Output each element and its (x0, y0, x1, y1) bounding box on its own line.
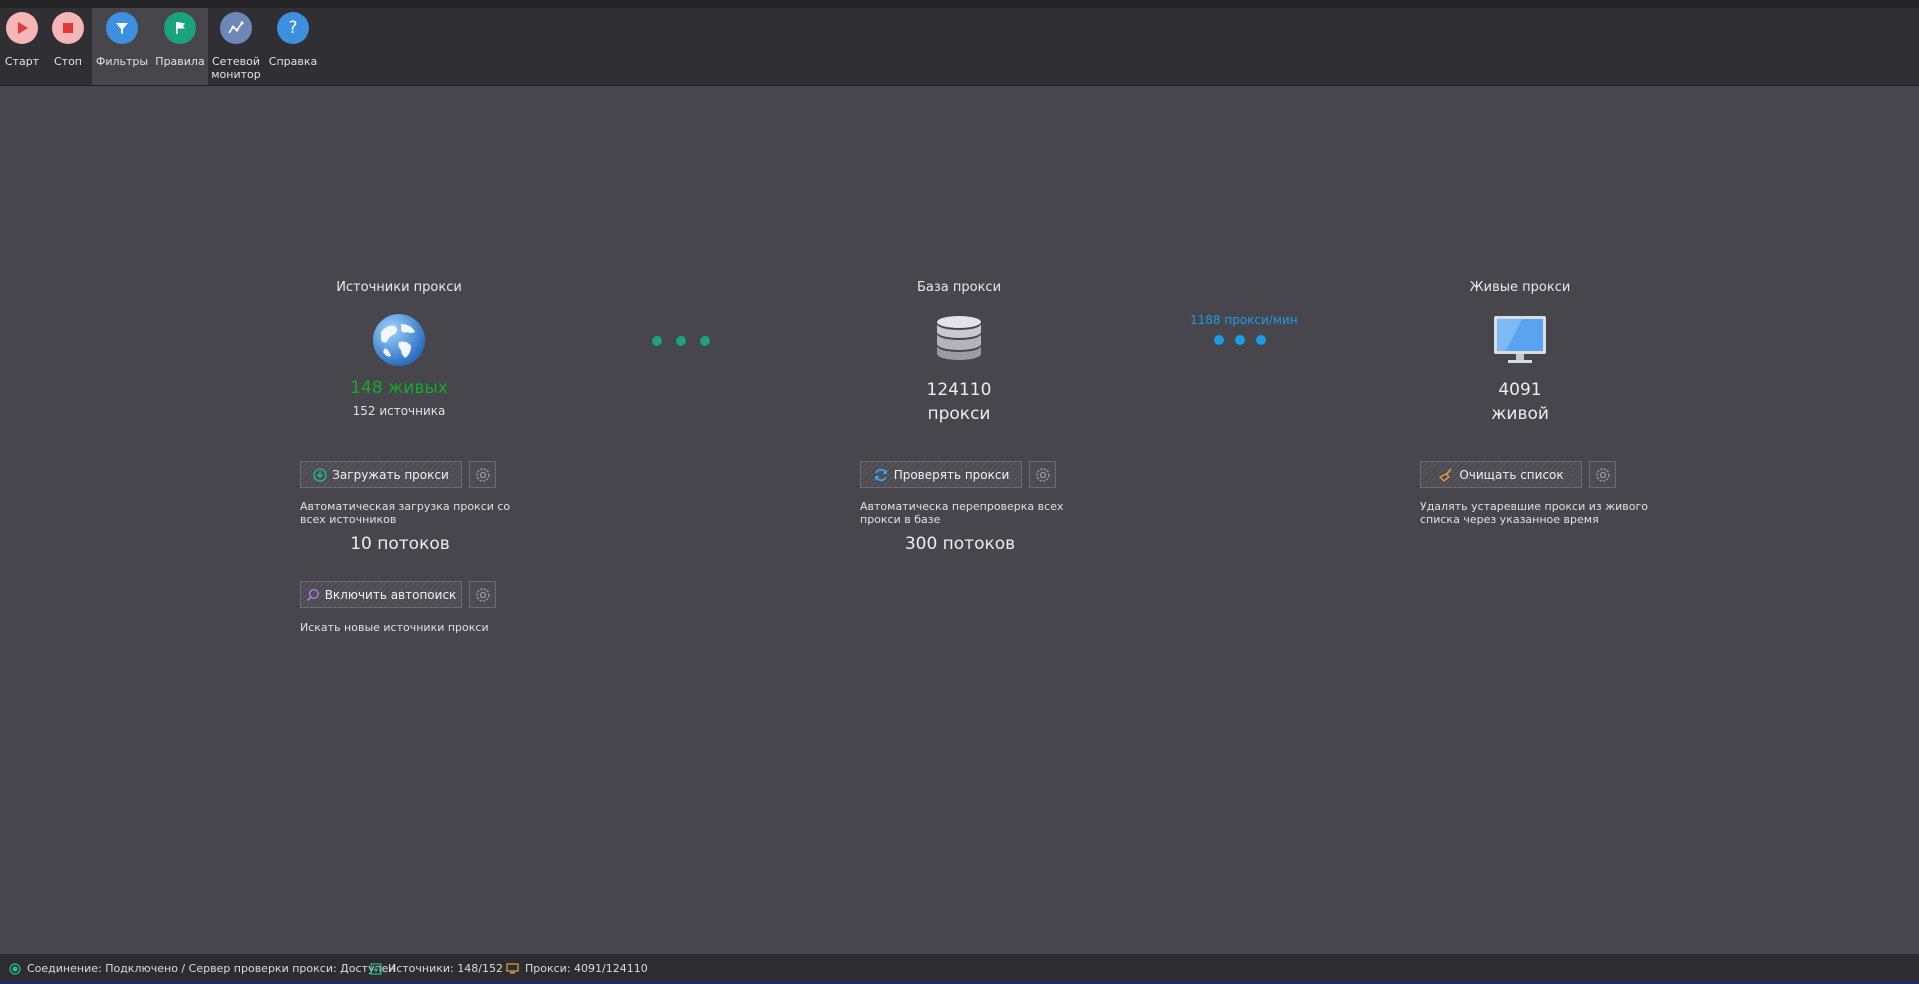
live-title: Живые прокси (1469, 280, 1571, 295)
sources-status: Источники: 148/152 (370, 962, 503, 975)
refresh-icon (874, 468, 887, 481)
filters-label: Фильтры (95, 55, 149, 68)
help-button[interactable]: ? Справка (268, 8, 318, 85)
connection-status-icon (9, 962, 21, 975)
proxies-status: Прокси: 4091/124110 (506, 962, 648, 975)
connector-dot (1214, 335, 1224, 345)
load-proxies-button[interactable]: Загружать прокси (300, 461, 462, 488)
play-icon (6, 12, 38, 44)
download-box-icon (370, 962, 382, 975)
search-icon (306, 588, 319, 601)
connector-dot (652, 336, 662, 346)
globe-icon (371, 312, 427, 368)
database-title: База прокси (916, 280, 1002, 295)
check-proxies-description: Автоматическа перепроверка всех прокси в… (860, 500, 1064, 526)
stop-button[interactable]: Стоп (47, 8, 89, 85)
stop-icon (52, 12, 84, 44)
sources-total-count: 152 источника (352, 404, 446, 418)
live-panel: Живые прокси 4091 живой (1360, 280, 1680, 426)
gear-icon (475, 587, 490, 602)
stop-label: Стоп (53, 55, 82, 68)
help-label: Справка (268, 55, 318, 68)
start-button[interactable]: Старт (0, 8, 44, 85)
clear-list-button[interactable]: Очищать список (1420, 461, 1582, 488)
gear-icon (1035, 467, 1050, 482)
gear-icon (1595, 467, 1610, 482)
enable-autosearch-button[interactable]: Включить автопоиск (300, 581, 462, 608)
sources-panel: Источники прокси 148 живых 152 источника (239, 280, 559, 418)
monitor-icon (1492, 312, 1548, 368)
connector-dot (1256, 335, 1266, 345)
broom-icon (1439, 467, 1452, 482)
check-proxies-button[interactable]: Проверять прокси (860, 461, 1022, 488)
sources-alive-count: 148 живых (350, 378, 448, 398)
toolbar: Старт Стоп Фильтры Правила Сетевой монит… (0, 0, 1919, 86)
load-proxies-label: Загружать прокси (332, 467, 449, 482)
connection-status-text: Соединение: Подключено / Сервер проверки… (27, 962, 396, 975)
network-chart-icon (220, 12, 252, 44)
database-icon (931, 312, 987, 368)
rules-label: Правила (155, 55, 205, 68)
network-monitor-label: Сетевой монитор (211, 55, 261, 81)
start-label: Старт (4, 55, 40, 68)
load-proxies-description: Автоматическая загрузка прокси со всех и… (300, 500, 511, 526)
db-to-live-connector (1214, 335, 1266, 345)
connection-status: Соединение: Подключено / Сервер проверки… (9, 962, 396, 975)
gear-icon (475, 467, 490, 482)
download-icon (313, 467, 327, 482)
sources-status-text: Источники: 148/152 (388, 962, 503, 975)
monitor-small-icon (506, 962, 519, 973)
clear-list-description: Удалять устаревшие прокси из живого спис… (1420, 500, 1649, 526)
connector-dot (676, 336, 686, 346)
proxies-status-text: Прокси: 4091/124110 (525, 962, 648, 975)
sources-to-db-connector (652, 336, 710, 346)
connector-dot (1235, 335, 1245, 345)
load-proxies-settings-button[interactable] (469, 461, 496, 488)
status-bar: Соединение: Подключено / Сервер проверки… (0, 954, 1919, 984)
autosearch-description: Искать новые источники прокси (300, 621, 489, 634)
sources-title: Источники прокси (336, 280, 462, 295)
rules-button[interactable]: Правила (152, 8, 208, 85)
autosearch-settings-button[interactable] (469, 581, 496, 608)
live-count: 4091 живой (1491, 380, 1549, 424)
filter-icon (106, 12, 138, 44)
flag-icon (164, 12, 196, 44)
clear-list-settings-button[interactable] (1589, 461, 1616, 488)
database-count: 124110 прокси (926, 380, 992, 424)
enable-autosearch-label: Включить автопоиск (324, 587, 457, 602)
filters-button[interactable]: Фильтры (92, 8, 152, 85)
database-panel: База прокси 124110 прокси (799, 280, 1119, 426)
connector-dot (700, 336, 710, 346)
load-threads[interactable]: 10 потоков (300, 534, 500, 554)
check-rate: 1188 прокси/мин (1190, 313, 1298, 327)
check-proxies-settings-button[interactable] (1029, 461, 1056, 488)
network-monitor-button[interactable]: Сетевой монитор (210, 8, 262, 85)
check-threads[interactable]: 300 потоков (860, 534, 1060, 554)
clear-list-label: Очищать список (1459, 467, 1564, 482)
help-icon: ? (277, 12, 309, 44)
check-proxies-label: Проверять прокси (893, 467, 1010, 482)
